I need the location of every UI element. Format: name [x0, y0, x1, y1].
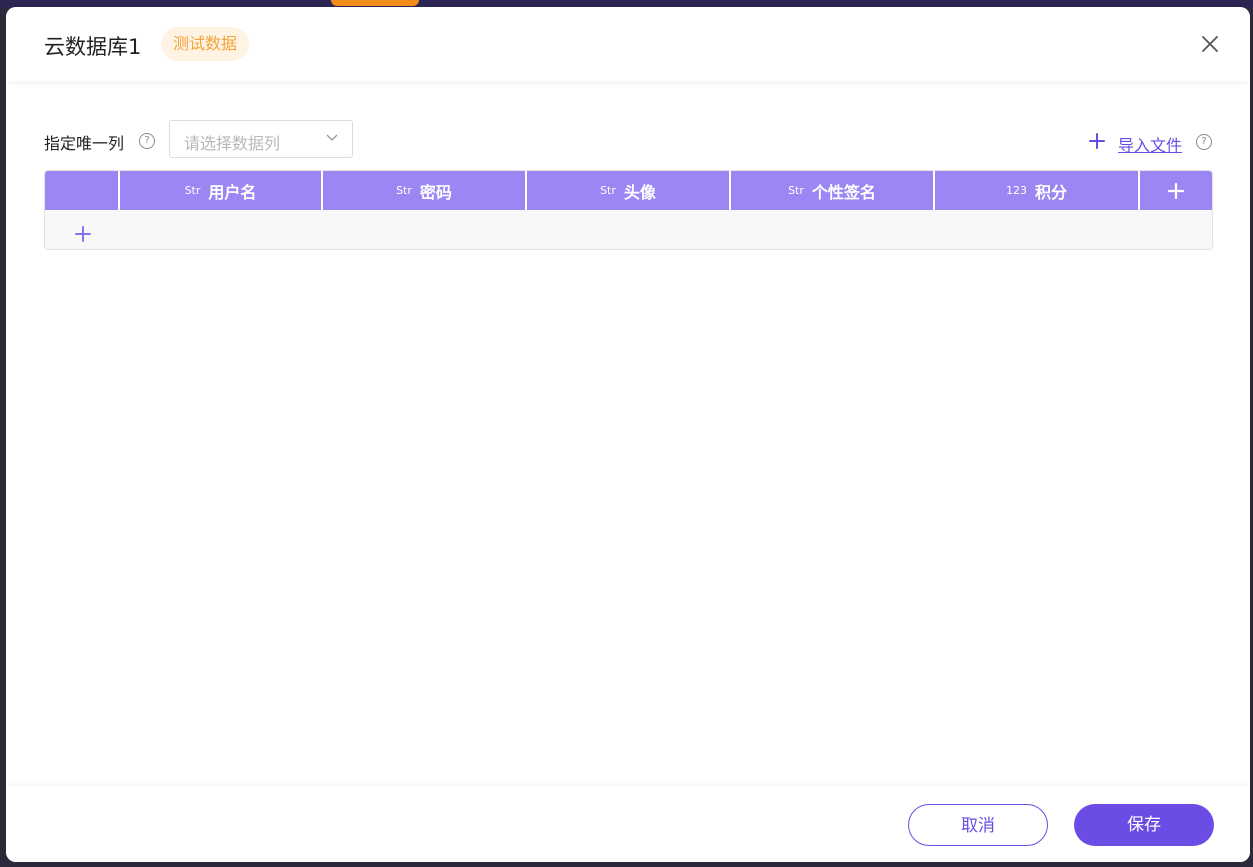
column-header-points[interactable]: 123 积分 — [935, 171, 1140, 210]
row-index-header — [45, 171, 120, 210]
column-header-avatar[interactable]: Str 头像 — [527, 171, 731, 210]
import-help-icon[interactable]: ? — [1196, 134, 1212, 150]
close-icon[interactable] — [1200, 34, 1220, 54]
column-type: Str — [788, 184, 804, 197]
column-name: 用户名 — [208, 182, 257, 202]
column-name: 密码 — [419, 182, 452, 202]
unique-column-label: 指定唯一列 — [44, 134, 125, 153]
background-run-button — [331, 0, 419, 6]
column-name: 个性签名 — [811, 182, 876, 202]
add-row-button[interactable] — [75, 226, 91, 242]
column-type: Str — [396, 184, 412, 197]
select-placeholder: 请选择数据列 — [184, 134, 281, 153]
column-header-password[interactable]: Str 密码 — [323, 171, 527, 210]
column-header-signature[interactable]: Str 个性签名 — [731, 171, 935, 210]
cloud-database-modal: 云数据库1 测试数据 指定唯一列 ? 请选择数据列 导入文件 ? Str 用户名… — [6, 7, 1250, 862]
plus-icon — [1168, 182, 1184, 199]
modal-title: 云数据库1 — [44, 35, 142, 59]
add-column-button[interactable] — [1140, 171, 1212, 210]
test-data-tag[interactable]: 测试数据 — [161, 27, 250, 61]
plus-icon[interactable] — [1089, 133, 1105, 149]
chevron-down-icon — [326, 134, 338, 141]
save-button[interactable]: 保存 — [1074, 804, 1214, 846]
column-type: Str — [600, 184, 616, 197]
table-header-row: Str 用户名 Str 密码 Str 头像 Str 个性签名 123 积分 — [45, 171, 1212, 210]
help-icon[interactable]: ? — [139, 133, 155, 149]
unique-column-select[interactable]: 请选择数据列 — [169, 120, 353, 158]
column-name: 积分 — [1034, 182, 1067, 202]
modal-footer: 取消 保存 — [6, 786, 1250, 862]
modal-header: 云数据库1 测试数据 — [6, 7, 1250, 81]
column-type: 123 — [1005, 184, 1027, 197]
cancel-button[interactable]: 取消 — [908, 804, 1048, 846]
column-type: Str — [184, 184, 201, 197]
data-table: Str 用户名 Str 密码 Str 头像 Str 个性签名 123 积分 — [44, 170, 1213, 250]
import-file-link[interactable]: 导入文件 — [1118, 132, 1182, 156]
column-header-username[interactable]: Str 用户名 — [120, 171, 323, 210]
column-name: 头像 — [623, 182, 656, 202]
